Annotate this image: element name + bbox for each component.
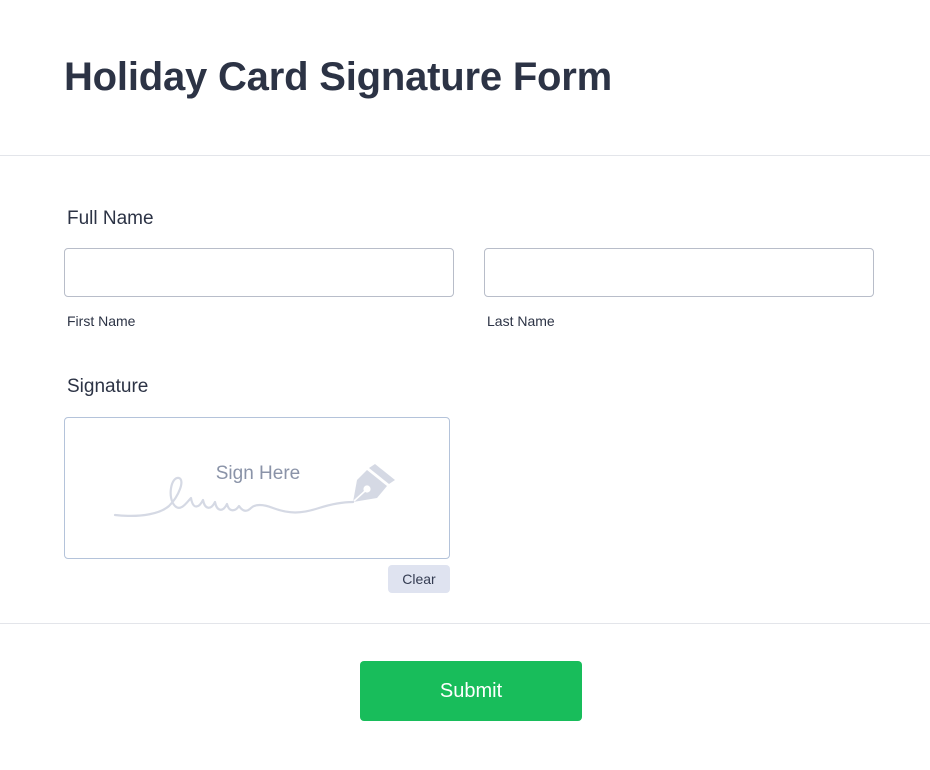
clear-signature-button[interactable]: Clear [388, 565, 450, 593]
signature-pad[interactable]: Sign Here [64, 417, 450, 559]
full-name-label: Full Name [67, 208, 154, 229]
last-name-sublabel: Last Name [487, 313, 555, 329]
signature-placeholder-text: Sign Here [215, 463, 301, 484]
form-title: Holiday Card Signature Form [64, 55, 613, 99]
first-name-input[interactable] [64, 248, 454, 297]
form-header: Holiday Card Signature Form [0, 0, 930, 156]
form-page: Holiday Card Signature Form Full Name Fi… [0, 0, 930, 770]
footer-divider [0, 623, 930, 624]
first-name-sublabel: First Name [67, 313, 136, 329]
signature-label: Signature [67, 376, 149, 397]
submit-button[interactable]: Submit [360, 661, 582, 721]
last-name-input[interactable] [484, 248, 874, 297]
